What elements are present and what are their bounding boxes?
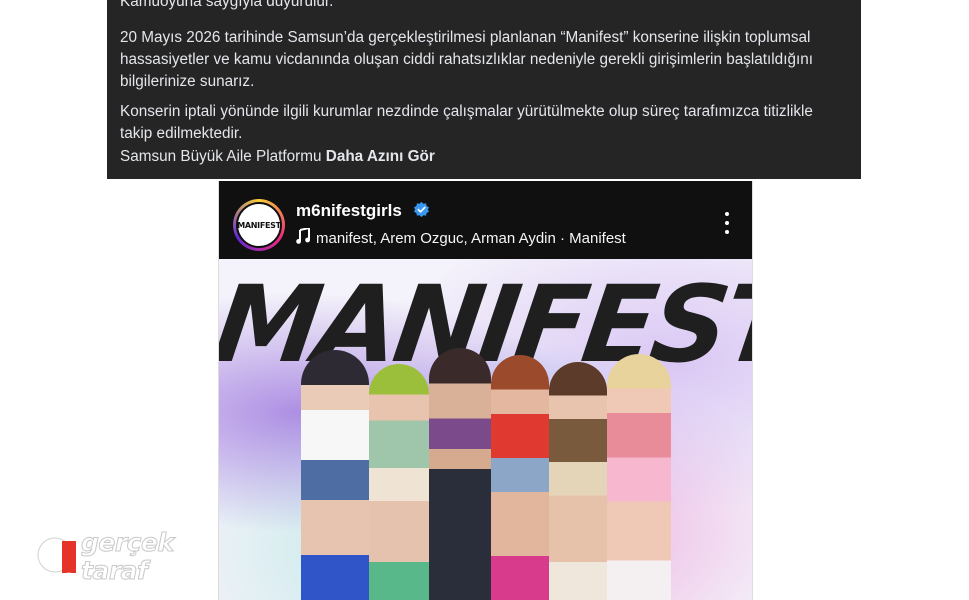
avatar[interactable]: MANIFEST [236, 202, 282, 248]
post-text-panel: Kamuoyuna saygıyla duyurulur. 20 Mayıs 2… [107, 0, 861, 179]
post-line-top: Kamuoyuna saygıyla duyurulur. [120, 0, 334, 10]
performer-1 [301, 350, 369, 600]
more-options-icon[interactable] [724, 212, 730, 234]
music-note-icon [296, 228, 310, 244]
see-less-link[interactable]: Daha Azını Gör [326, 148, 435, 165]
performer-2 [369, 364, 429, 600]
username-row: m6nifestgirls [296, 201, 430, 221]
verified-badge-icon [413, 201, 429, 218]
post-paragraph-1: 20 Mayıs 2026 tarihinde Samsun’da gerçek… [120, 29, 813, 90]
watermark-line-2: taraf [80, 556, 148, 586]
performer-3 [429, 348, 491, 600]
audio-label: manifest, Arem Ozguc, Arman Aydin · Mani… [316, 230, 626, 247]
performer-6 [607, 354, 671, 600]
username[interactable]: m6nifestgirls [296, 201, 402, 220]
gercek-taraf-g-icon [32, 533, 77, 587]
instagram-embed: MANIFEST m6nifestgirls manifest, Arem Oz… [218, 181, 753, 600]
performer-4 [491, 355, 549, 600]
post-signature: Samsun Büyük Aile Platformu [120, 148, 322, 165]
watermark-line-1: gerçek [81, 528, 175, 558]
gercek-taraf-logo: gerçek taraf [32, 527, 192, 591]
post-signature-line: Samsun Büyük Aile Platformu Daha Azını G… [120, 146, 435, 168]
audio-row[interactable]: manifest, Arem Ozguc, Arman Aydin · Mani… [296, 228, 626, 247]
story-ring[interactable]: MANIFEST [233, 199, 285, 251]
performer-5 [549, 362, 607, 600]
post-paragraph-2: Konserin iptali yönünde ilgili kurumlar … [120, 103, 813, 142]
post-image[interactable]: MANIFEST [219, 259, 752, 600]
instagram-post-header: MANIFEST m6nifestgirls manifest, Arem Oz… [219, 181, 752, 259]
